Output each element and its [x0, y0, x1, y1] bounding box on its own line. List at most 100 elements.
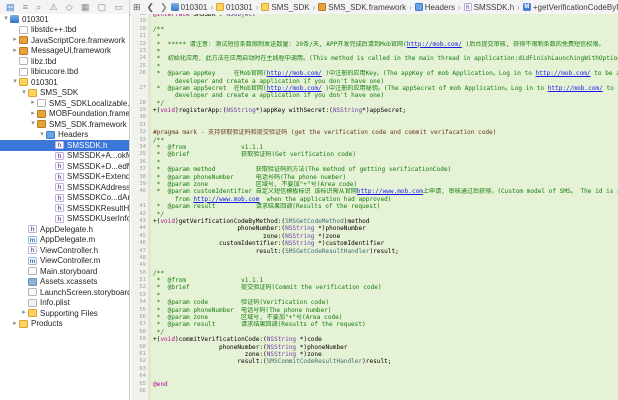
tree-item[interactable]: hSMSSDKCo...dAreaCode.h	[0, 193, 129, 204]
code-line[interactable]: 44 phoneNumber:(NSString *)phoneNumber	[131, 225, 618, 232]
code-line[interactable]: from http://www.mob.com when the applica…	[131, 196, 618, 203]
tree-item[interactable]: ▾010301	[0, 77, 129, 88]
code-line[interactable]: 40 * @param customIdentifier 自定义短信模板标识 该…	[131, 188, 618, 195]
code-line[interactable]: 62 result:(SMSCommitCodeResultHandler)re…	[131, 358, 618, 365]
line-number[interactable]: 61	[131, 351, 148, 358]
code-line[interactable]: 28 */	[131, 100, 618, 107]
line-number[interactable]: 22	[131, 41, 148, 48]
line-number[interactable]: 55	[131, 307, 148, 314]
tree-item[interactable]: libz.tbd	[0, 56, 129, 67]
line-number[interactable]: 30	[131, 114, 148, 121]
disclosure-triangle[interactable]: ▸	[29, 109, 37, 119]
code-line[interactable]: 35 * @brief 获取验证码(Get verification code)	[131, 151, 618, 158]
code-line[interactable]: 20/**	[131, 26, 618, 33]
line-number[interactable]: 53	[131, 292, 148, 299]
line-number[interactable]: 33	[131, 137, 148, 144]
code-line[interactable]: 18@interface SMSSDK : NSObject	[131, 14, 618, 18]
forward-button[interactable]: ❯	[157, 2, 171, 13]
code-line[interactable]: 63	[131, 366, 618, 373]
tree-item[interactable]: ▸MOBFoundation.framework	[0, 109, 129, 120]
issue-navigator-icon[interactable]: ⚠	[49, 0, 57, 14]
line-number[interactable]: 63	[131, 366, 148, 373]
code-line[interactable]: 57 * @param result 请求结果回调(Results of the…	[131, 321, 618, 328]
code-line[interactable]: 42 */	[131, 211, 618, 218]
line-number[interactable]: 66	[131, 388, 148, 395]
code-line[interactable]: 25 *	[131, 63, 618, 70]
tree-item[interactable]: LaunchScreen.storyboard	[0, 287, 129, 298]
breadcrumb-item[interactable]: M+getVerificationCodeByMethod:phoneNumbe…	[523, 3, 618, 12]
breakpoint-navigator-icon[interactable]: ▢	[98, 0, 107, 14]
line-number[interactable]: 24	[131, 55, 148, 62]
code-line[interactable]: 45 zone:(NSString *)zone	[131, 233, 618, 240]
line-number[interactable]: 39	[131, 181, 148, 188]
breadcrumb-item[interactable]: Headers	[415, 3, 455, 12]
code-line[interactable]: 26 * @param appKey 在Mob官网(http://mob.com…	[131, 70, 618, 77]
tree-item[interactable]: ▸MessageUI.framework	[0, 46, 129, 57]
tree-item[interactable]: hSMSSDK+D...edMethods.h	[0, 161, 129, 172]
code-line[interactable]: 29+(void)registerApp:(NSString*)appKey w…	[131, 107, 618, 114]
breadcrumb-item[interactable]: 010301	[171, 3, 208, 12]
code-line[interactable]: 39 * @param zone 区域号, 不要加"+"号(Area code)	[131, 181, 618, 188]
breadcrumb-item[interactable]: 010301	[216, 3, 253, 12]
code-line[interactable]: 19	[131, 18, 618, 25]
tree-item[interactable]: ▸Products	[0, 319, 129, 330]
code-line[interactable]: 33/**	[131, 137, 618, 144]
disclosure-triangle[interactable]: ▾	[29, 119, 37, 129]
line-number[interactable]: 31	[131, 122, 148, 129]
code-line[interactable]: 65@end	[131, 381, 618, 388]
line-number[interactable]: 19	[131, 18, 148, 25]
breadcrumb-item[interactable]: SMS_SDK	[261, 3, 309, 12]
project-navigator-icon[interactable]: ▤	[6, 0, 15, 14]
line-number[interactable]: 37	[131, 166, 148, 173]
tree-item[interactable]: hSMSSDK.h	[0, 140, 129, 151]
related-items-icon[interactable]: ⊞	[130, 2, 144, 13]
tree-item[interactable]: ▾SMS_SDK.framework	[0, 119, 129, 130]
line-number[interactable]: 60	[131, 344, 148, 351]
line-number[interactable]: 28	[131, 100, 148, 107]
symbol-navigator-icon[interactable]: ≡	[23, 0, 28, 14]
tree-item[interactable]: libstdc++.tbd	[0, 25, 129, 36]
line-number[interactable]: 38	[131, 174, 148, 181]
code-line[interactable]: 30	[131, 114, 618, 121]
tree-item[interactable]: ▸SMS_SDKLocalizable.strings	[0, 98, 129, 109]
code-line[interactable]: developer and create a application if yo…	[131, 78, 618, 85]
line-number[interactable]: 59	[131, 336, 148, 343]
code-line[interactable]: 34 * @from v1.1.1	[131, 144, 618, 151]
line-number[interactable]: 34	[131, 144, 148, 151]
tree-item[interactable]: hSMSSDKAddressBook.h	[0, 182, 129, 193]
code-line[interactable]: 47 result:(SMSGetCodeResultHandler)resul…	[131, 248, 618, 255]
code-line[interactable]: 32#pragma mark - 支持获取验证码和提交验证码 (get the …	[131, 129, 618, 136]
tree-item[interactable]: hAppDelegate.h	[0, 224, 129, 235]
tree-item[interactable]: mViewController.m	[0, 256, 129, 267]
tree-item[interactable]: mAppDelegate.m	[0, 235, 129, 246]
code-line[interactable]: 51 * @from v1.1.1	[131, 277, 618, 284]
tree-item[interactable]: hSMSSDKUserInfo.h	[0, 214, 129, 225]
debug-navigator-icon[interactable]: ▦	[81, 0, 90, 14]
line-number[interactable]: 27	[131, 85, 148, 92]
line-number[interactable]: 52	[131, 284, 148, 291]
line-number[interactable]: 26	[131, 70, 148, 77]
line-number[interactable]: 42	[131, 211, 148, 218]
line-number[interactable]: 41	[131, 203, 148, 210]
code-line[interactable]: 23 *	[131, 48, 618, 55]
code-line[interactable]: 56 * @param zone 区域号, 不要加"+"号(Area code)	[131, 314, 618, 321]
code-line[interactable]: 43+(void)getVerificationCodeByMethod:(SM…	[131, 218, 618, 225]
disclosure-triangle[interactable]: ▾	[20, 88, 28, 98]
code-line[interactable]: 53 *	[131, 292, 618, 299]
tree-item[interactable]: Assets.xcassets	[0, 277, 129, 288]
tree-item[interactable]: ▾SMS_SDK	[0, 88, 129, 99]
disclosure-triangle[interactable]: ▸	[29, 98, 37, 108]
code-line[interactable]: 60 phoneNumber:(NSString *)phoneNumber	[131, 344, 618, 351]
code-line[interactable]: developer and create a application if yo…	[131, 92, 618, 99]
code-line[interactable]: 64	[131, 373, 618, 380]
tree-item[interactable]: hSMSSDKResultHanderDef.h	[0, 203, 129, 214]
code-line[interactable]: 66	[131, 388, 618, 395]
code-line[interactable]: 49	[131, 262, 618, 269]
code-line[interactable]: 48	[131, 255, 618, 262]
line-number[interactable]: 40	[131, 188, 148, 195]
line-number[interactable]: 44	[131, 225, 148, 232]
line-number[interactable]: 23	[131, 48, 148, 55]
disclosure-triangle[interactable]: ▾	[38, 130, 46, 140]
code-line[interactable]: 31	[131, 122, 618, 129]
code-line[interactable]: 55 * @param phoneNumber 电话号码(The phone n…	[131, 307, 618, 314]
